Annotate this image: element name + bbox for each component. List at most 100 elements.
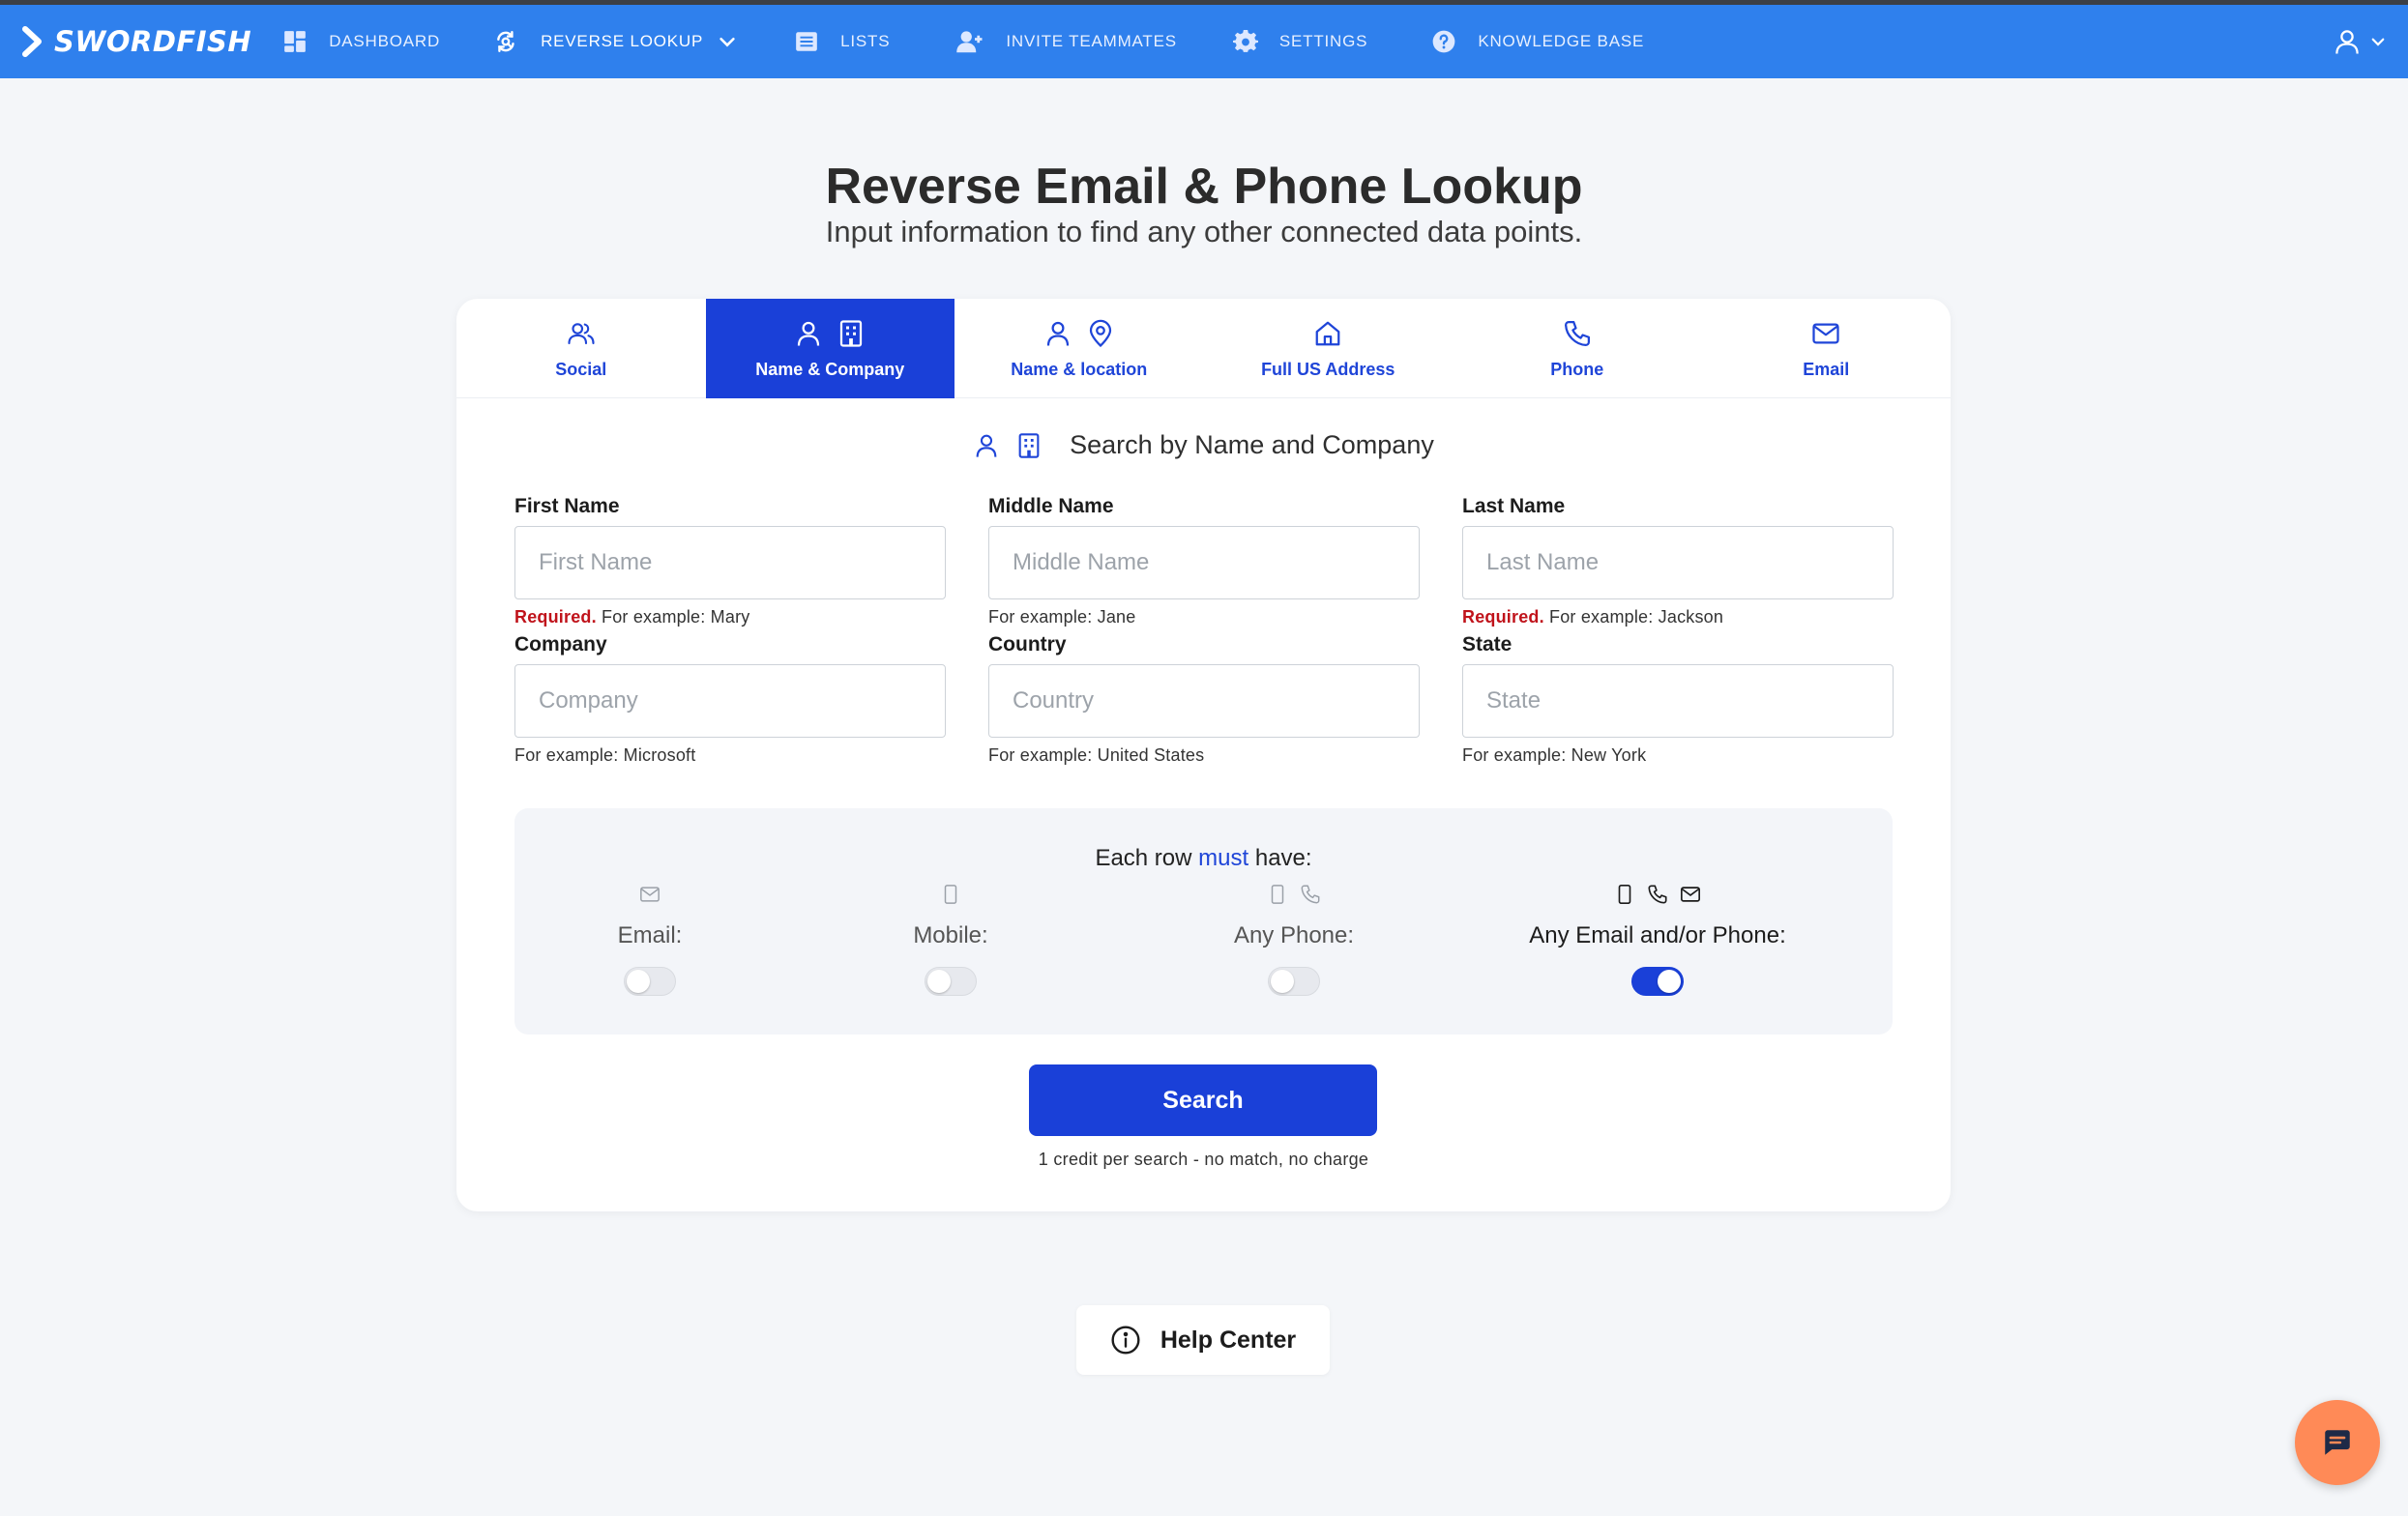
last-name-label: Last Name — [1462, 495, 1566, 517]
required-marker: Required. — [1462, 607, 1544, 627]
option-any-email-or-phone: Any Email and/or Phone: — [1512, 882, 1803, 996]
tab-email-label: Email — [1803, 360, 1850, 379]
email-toggle[interactable] — [624, 967, 676, 996]
company-field: Company For example: Microsoft — [514, 633, 946, 766]
map-pin-icon — [1089, 319, 1111, 348]
required-marker: Required. — [514, 607, 597, 627]
any-phone-toggle[interactable] — [1268, 967, 1320, 996]
option-mobile-label: Mobile: — [913, 922, 988, 948]
chevron-down-icon[interactable] — [717, 31, 738, 52]
tab-name-company[interactable]: Name & Company — [705, 299, 954, 398]
country-label: Country — [988, 633, 1067, 656]
first-name-label: First Name — [514, 495, 620, 517]
help-center-button[interactable]: Help Center — [1076, 1305, 1330, 1375]
phone-icon — [1648, 885, 1667, 904]
phone-icon — [1564, 321, 1590, 346]
help-center-label: Help Center — [1160, 1326, 1297, 1354]
nav-settings[interactable]: SETTINGS — [1232, 5, 1367, 78]
last-name-hint: Required. For example: Jackson — [1462, 607, 1894, 627]
chevron-logo-icon — [22, 26, 42, 57]
lookup-tabs: Social Name & Company Name & location Fu… — [456, 299, 1951, 398]
country-hint: For example: United States — [988, 745, 1205, 765]
credit-note: 1 credit per search - no match, no charg… — [1038, 1150, 1369, 1169]
section-heading-text: Search by Name and Company — [1070, 430, 1434, 459]
lookup-card: Social Name & Company Name & location Fu… — [456, 299, 1951, 1211]
question-circle-icon — [1432, 30, 1455, 53]
reverse-lookup-icon — [497, 31, 514, 52]
middle-name-input[interactable] — [988, 526, 1420, 599]
state-input[interactable] — [1462, 664, 1894, 738]
nav-invite-teammates-label: INVITE TEAMMATES — [1006, 32, 1177, 50]
list-icon — [796, 32, 817, 51]
option-email-label: Email: — [617, 922, 683, 948]
state-field: State For example: New York — [1462, 633, 1894, 766]
must-have-title-post: have: — [1254, 845, 1312, 871]
any-email-or-phone-toggle[interactable] — [1631, 967, 1684, 996]
home-icon — [1315, 321, 1340, 346]
tab-social[interactable]: Social — [456, 299, 706, 398]
must-have-title-pre: Each row — [1095, 845, 1192, 871]
nav-lists[interactable]: LISTS — [794, 5, 890, 78]
chevron-down-icon — [2371, 38, 2385, 46]
tab-social-label: Social — [555, 360, 607, 379]
tab-name-location-label: Name & location — [1011, 360, 1148, 379]
section-heading: Search by Name and Company — [456, 430, 1951, 460]
last-name-field: Last Name Required. For example: Jackson — [1462, 495, 1894, 627]
must-have-panel: Each row must have: Email: Mobile: Any P… — [514, 808, 1893, 1035]
middle-name-field: Middle Name For example: Jane — [988, 495, 1420, 627]
toggle-knob — [627, 970, 650, 993]
brand-name: SWORDFISH — [54, 25, 252, 58]
dashboard-icon — [284, 31, 307, 52]
mobile-toggle[interactable] — [925, 967, 977, 996]
middle-name-hint: For example: Jane — [988, 607, 1136, 627]
country-field: Country For example: United States — [988, 633, 1420, 766]
user-menu[interactable] — [2333, 5, 2387, 78]
gear-icon — [1232, 29, 1258, 52]
nav-reverse-lookup[interactable]: REVERSE LOOKUP — [494, 5, 738, 78]
first-name-input[interactable] — [514, 526, 946, 599]
user-icon — [1046, 321, 1069, 346]
nav-reverse-lookup-label: REVERSE LOOKUP — [541, 32, 704, 50]
building-icon — [840, 320, 863, 347]
mail-icon — [1812, 323, 1839, 344]
nav-dashboard-label: DASHBOARD — [329, 32, 441, 50]
page-subtitle: Input information to find any other conn… — [825, 215, 1583, 248]
last-name-example: For example: Jackson — [1549, 607, 1724, 627]
user-icon — [798, 321, 820, 346]
nav-lists-label: LISTS — [840, 32, 891, 50]
toggle-knob — [927, 970, 951, 993]
first-name-field: First Name Required. For example: Mary — [514, 495, 946, 627]
option-email: Email: — [505, 882, 795, 996]
company-label: Company — [514, 633, 607, 656]
middle-name-label: Middle Name — [988, 495, 1114, 517]
first-name-hint: Required. For example: Mary — [514, 607, 946, 627]
company-input[interactable] — [514, 664, 946, 738]
first-name-example: For example: Mary — [602, 607, 750, 627]
nav-dashboard[interactable]: DASHBOARD — [282, 5, 440, 78]
top-navbar: SWORDFISH DASHBOARD REVERSE LOOKUP LISTS — [0, 5, 2408, 78]
search-button[interactable]: Search — [1029, 1064, 1377, 1136]
chat-launcher[interactable] — [2295, 1400, 2380, 1485]
state-hint: For example: New York — [1462, 745, 1647, 765]
tab-full-us-address[interactable]: Full US Address — [1204, 299, 1454, 398]
tab-phone[interactable]: Phone — [1453, 299, 1702, 398]
brand-logo[interactable]: SWORDFISH — [21, 25, 251, 58]
info-icon — [1111, 1326, 1140, 1355]
country-input[interactable] — [988, 664, 1420, 738]
tab-email[interactable]: Email — [1702, 299, 1952, 398]
state-label: State — [1462, 633, 1512, 656]
users-icon — [568, 323, 595, 345]
option-mobile: Mobile: — [806, 882, 1096, 996]
mobile-icon — [1618, 885, 1631, 904]
mobile-icon — [1271, 885, 1284, 904]
user-icon — [2335, 30, 2359, 54]
nav-knowledge-base[interactable]: KNOWLEDGE BASE — [1431, 5, 1644, 78]
chat-icon — [2325, 1430, 2350, 1455]
tab-name-location[interactable]: Name & location — [954, 299, 1204, 398]
last-name-input[interactable] — [1462, 526, 1894, 599]
page-title: Reverse Email & Phone Lookup — [825, 159, 1583, 215]
must-have-title-highlight: must — [1198, 845, 1249, 871]
company-hint: For example: Microsoft — [514, 745, 696, 765]
nav-invite-teammates[interactable]: INVITE TEAMMATES — [955, 5, 1177, 78]
option-any-email-or-phone-label: Any Email and/or Phone: — [1529, 922, 1786, 948]
